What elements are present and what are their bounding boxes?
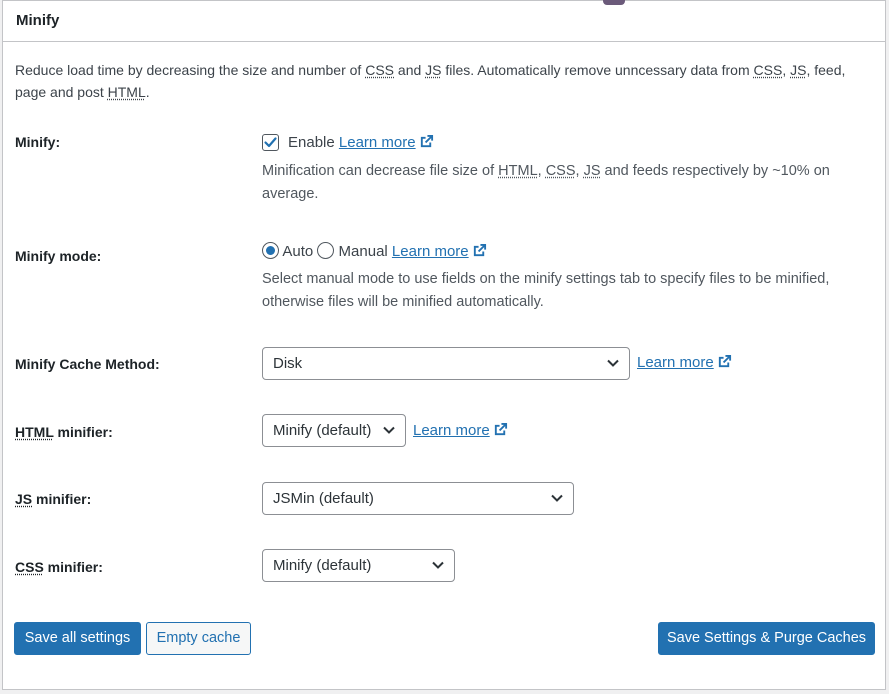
empty-cache-button[interactable]: Empty cache (146, 622, 251, 655)
abbr-html: HTML (107, 84, 146, 100)
abbr-css: CSS (365, 62, 395, 78)
mode-manual-radio[interactable] (317, 242, 335, 259)
js-minifier-select[interactable]: JSMin (default) (262, 482, 574, 515)
css-minifier-select[interactable]: Minify (default) (262, 549, 455, 582)
save-purge-caches-button[interactable]: Save Settings & Purge Caches (658, 622, 875, 655)
external-link-icon (473, 243, 486, 257)
chevron-down-icon (551, 494, 563, 502)
js-minifier-label: JS minifier: (15, 491, 92, 507)
minify-learn-more-link[interactable]: Learn more (339, 134, 434, 151)
cache-method-select[interactable]: Disk (262, 347, 630, 380)
minify-help-text: Minification can decrease file size of H… (262, 163, 830, 202)
abbr-js: JS (583, 163, 601, 179)
minify-mode-learn-more-link[interactable]: Learn more (392, 243, 487, 260)
mode-auto-radio[interactable] (262, 242, 279, 259)
cache-method-learn-more-link[interactable]: Learn more (637, 354, 732, 371)
minify-mode-label: Minify mode: (15, 248, 102, 264)
panel-header: Minify (3, 0, 885, 42)
chevron-down-icon (383, 426, 395, 434)
html-minifier-select[interactable]: Minify (default) (262, 414, 406, 447)
external-link-icon (718, 354, 731, 368)
abbr-css: CSS (545, 163, 576, 179)
chevron-down-icon (432, 561, 444, 569)
mode-manual-label[interactable]: Manual (339, 243, 388, 260)
cache-method-label: Minify Cache Method: (15, 356, 160, 372)
html-minifier-learn-more-link[interactable]: Learn more (413, 422, 508, 439)
css-minifier-label: CSS minifier: (15, 559, 103, 575)
minify-mode-help-text: Select manual mode to use fields on the … (262, 271, 830, 310)
minify-panel: Minify Reduce load time by decreasing th… (2, 0, 886, 690)
checkmark-icon (264, 137, 277, 148)
panel-description: Reduce load time by decreasing the size … (15, 62, 846, 100)
abbr-js: JS (790, 62, 807, 78)
abbr-css: CSS (753, 62, 783, 78)
html-minifier-label: HTML minifier: (15, 424, 113, 440)
header-tab-marker (603, 0, 625, 5)
external-link-icon (420, 134, 433, 148)
save-all-settings-button[interactable]: Save all settings (14, 622, 141, 655)
minify-label: Minify: (15, 134, 61, 150)
abbr-js: JS (425, 62, 442, 78)
mode-auto-label[interactable]: Auto (282, 243, 313, 260)
minify-enable-checkbox[interactable] (262, 134, 279, 151)
minify-mode-options: Auto Manual Learn more (262, 242, 487, 260)
external-link-icon (494, 422, 507, 436)
chevron-down-icon (607, 359, 619, 367)
minify-enable-label[interactable]: Enable (288, 134, 335, 151)
abbr-html: HTML (498, 163, 538, 179)
panel-title: Minify (16, 12, 60, 29)
minify-enable-row: Enable Learn more (288, 134, 434, 151)
